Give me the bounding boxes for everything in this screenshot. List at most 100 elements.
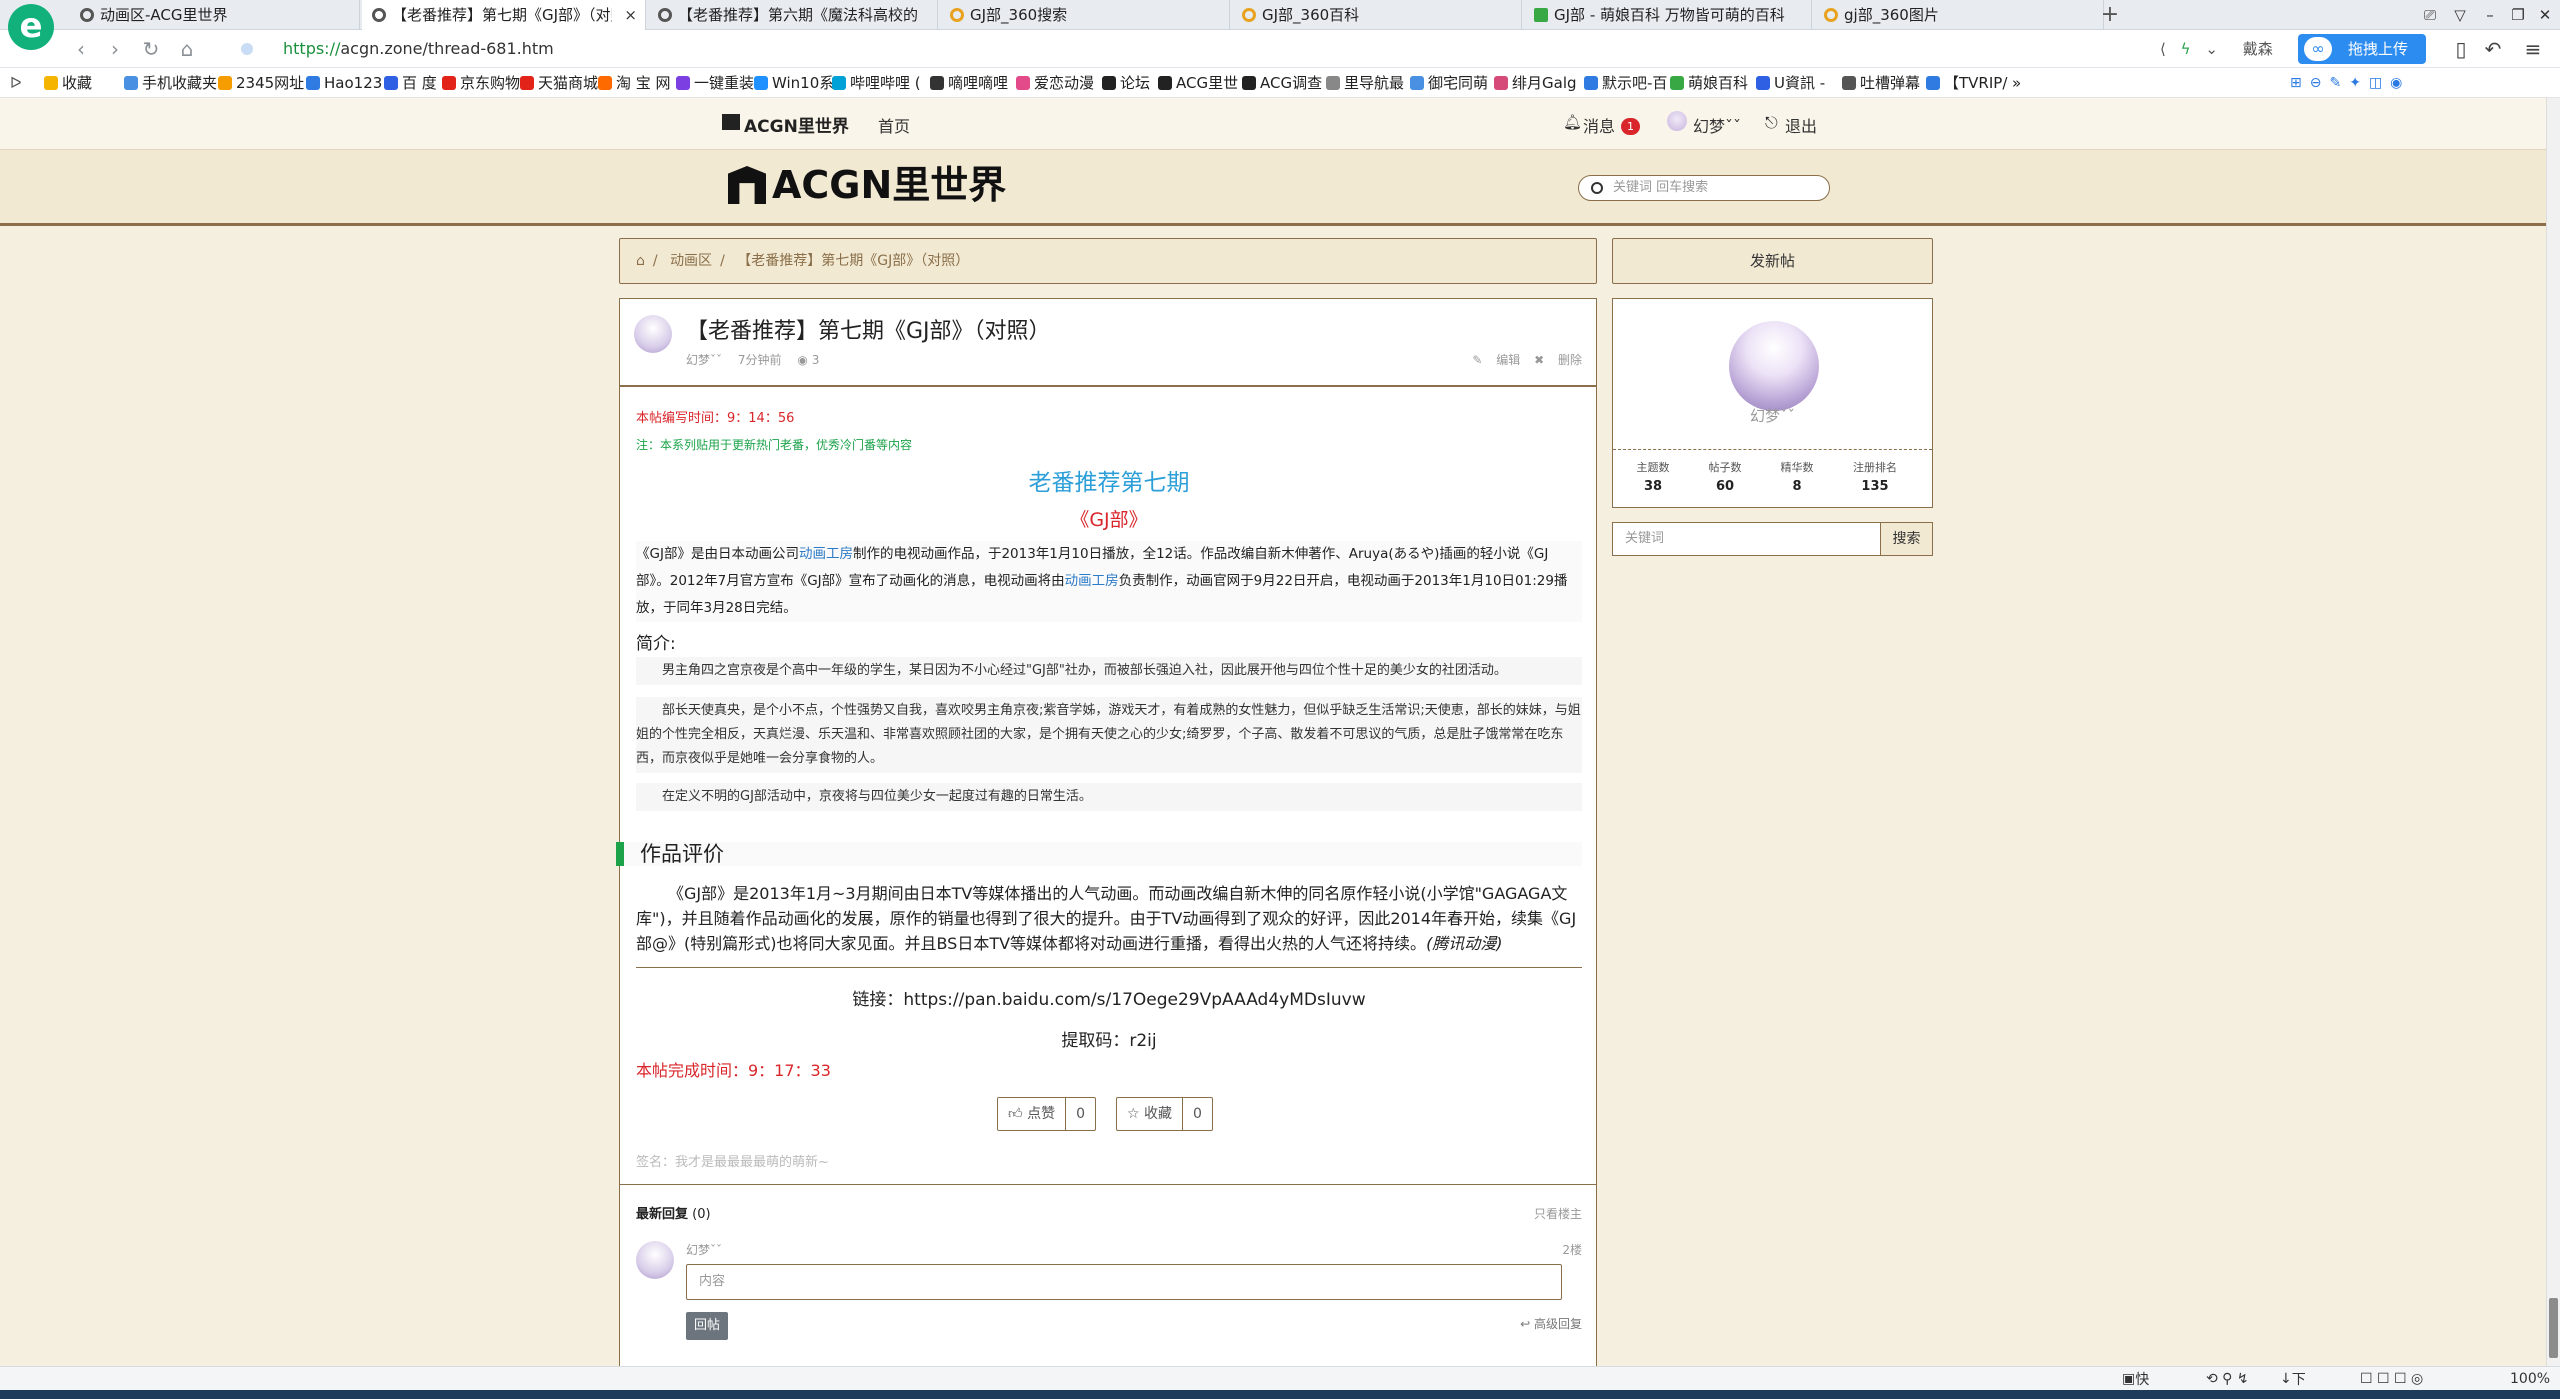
home-icon[interactable]: ⌂ [636, 253, 645, 269]
studio-link[interactable]: 动画工房 [799, 546, 853, 562]
header-search-input[interactable]: 关键词 回车搜索 [1578, 175, 1830, 201]
back-icon[interactable]: ‹ [68, 36, 94, 62]
close-icon[interactable]: × [624, 0, 637, 30]
bookmark-item[interactable]: 哔哩哔哩 ( [832, 68, 921, 98]
download-link-line[interactable]: 链接：https://pan.baidu.com/s/17Oege29VpAAA… [636, 985, 1582, 1010]
site-brand-link[interactable]: ACGN里世界 [722, 112, 849, 137]
menu-icon[interactable]: ≡ [2520, 36, 2546, 62]
bookmark-item[interactable]: 萌娘百科 [1670, 68, 1748, 98]
bookmark-label: ACG里世 [1176, 74, 1239, 92]
delete-button[interactable]: ✖ 删除 [1534, 353, 1582, 367]
page-scrollbar[interactable] [2546, 98, 2560, 1366]
dropdown-icon[interactable]: ⌄ [2205, 40, 2218, 58]
search-engine-label[interactable]: 戴森 [2243, 40, 2273, 58]
clipboard-button[interactable]: ▣ 快剪辑 [2122, 1368, 2149, 1399]
status-icons[interactable]: ☐ ☐ ☐ ◎ [2360, 1368, 2423, 1390]
bookmarks-more-button[interactable]: » [2012, 68, 2021, 98]
tab-title: 动画区-ACG里世界 [100, 6, 228, 24]
bookmark-toggle-icon[interactable]: ᐅ [10, 68, 22, 98]
bookmark-item[interactable]: 淘 宝 网 [598, 68, 671, 98]
bookmark-item[interactable]: 百 度 [384, 68, 437, 98]
zoom-level[interactable]: 100% [2510, 1368, 2550, 1390]
bookmark-item[interactable]: 御宅同萌 [1410, 68, 1488, 98]
tab-current-thread[interactable]: 【老番推荐】第七期《GJ部》（对照） × [362, 0, 646, 30]
reply-submit-button[interactable]: 回帖 [686, 1312, 728, 1340]
new-tab-button[interactable]: + [2095, 0, 2125, 30]
post-author[interactable]: 幻梦ˇˇ [686, 353, 722, 367]
skin-icon[interactable]: ▽ [2445, 0, 2475, 30]
bookmark-item[interactable]: 一键重装 [676, 68, 754, 98]
studio-link[interactable]: 动画工房 [1065, 573, 1119, 589]
nav-user-link[interactable]: 幻梦ˇˇ [1667, 111, 1741, 137]
bookmark-item[interactable]: 2345网址 [218, 68, 304, 98]
bookmark-item[interactable]: 吐槽弹幕 [1842, 68, 1920, 98]
bookmark-favicon-icon [44, 76, 58, 90]
scrollbar-thumb[interactable] [2549, 1298, 2558, 1358]
reload-icon[interactable]: ↻ [138, 36, 164, 62]
bookmark-item[interactable]: 论坛 [1102, 68, 1150, 98]
bookmark-item[interactable]: 爱恋动漫 [1016, 68, 1094, 98]
bookmark-item[interactable]: 默示吧-百 [1584, 68, 1667, 98]
tab-360-baike[interactable]: GJ部_360百科 [1232, 0, 1522, 30]
logout-link[interactable]: ⎋ 退出 [1765, 113, 1817, 137]
share-icon[interactable]: ⟨ [2160, 40, 2166, 58]
sidebar-search-input[interactable]: 关键词 [1613, 523, 1881, 555]
ext-icon[interactable]: ◫ [2369, 75, 2390, 91]
bookmark-item[interactable]: 嘀哩嘀哩 [930, 68, 1008, 98]
download-button[interactable]: ↓ 下载 [2280, 1368, 2306, 1399]
nav-home-link[interactable]: 首页 [878, 113, 910, 137]
close-window-icon[interactable]: ✕ [2530, 0, 2560, 30]
bookmark-item[interactable]: 京东购物 [442, 68, 520, 98]
ext-icon[interactable]: ◉ [2390, 75, 2410, 91]
advanced-reply-link[interactable]: ↩ 高级回复 [1520, 1315, 1582, 1332]
bookmark-item[interactable]: Win10系 [754, 68, 834, 98]
breadcrumb-section-link[interactable]: 动画区 [670, 253, 712, 269]
edit-button[interactable]: ✎ 编辑 [1472, 353, 1520, 367]
pin-icon[interactable]: ⎚ [2415, 0, 2445, 30]
new-thread-button[interactable]: 发新帖 [1612, 238, 1933, 284]
reading-mode-icon[interactable]: ▯ [2448, 36, 2474, 62]
card-username[interactable]: 幻梦ˇˇ [1613, 405, 1932, 426]
only-op-link[interactable]: 只看楼主 [1534, 1205, 1582, 1222]
ext-icon[interactable]: ⊖ [2310, 75, 2330, 91]
ext-icon[interactable]: ✎ [2329, 75, 2349, 91]
translate-icon[interactable]: ⊞ [2290, 75, 2310, 91]
bookmark-item[interactable]: 天猫商城 [520, 68, 598, 98]
ext-icon[interactable]: ✦ [2349, 75, 2369, 91]
favorite-button[interactable]: ☆ 收藏 0 [1116, 1097, 1213, 1131]
post-header: 【老番推荐】第七期《GJ部》（对照） 幻梦ˇˇ 7分钟前 ◉ 3 ✎ 编辑 ✖ 删… [620, 299, 1596, 387]
home-icon[interactable]: ⌂ [174, 36, 200, 62]
like-button[interactable]: 👍︎ 点赞 0 [997, 1097, 1097, 1131]
tab-thread-6[interactable]: 【老番推荐】第六期《魔法科高校的 [648, 0, 938, 30]
bookmark-item[interactable]: 里导航最 [1326, 68, 1404, 98]
bookmark-item[interactable]: 【TVRIP/ [1926, 68, 2007, 98]
url-input[interactable]: https://acgn.zone/thread-681.htm [235, 35, 2135, 63]
undo-icon[interactable]: ↶ [2480, 36, 2506, 62]
bookmark-item[interactable]: 手机收藏夹 [124, 68, 217, 98]
avatar[interactable] [634, 315, 672, 353]
bookmark-label: 爱恋动漫 [1034, 74, 1095, 92]
tab-360-search[interactable]: GJ部_360搜索 [940, 0, 1230, 30]
bookmark-item[interactable]: ACG里世 [1158, 68, 1238, 98]
sidebar-search-button[interactable]: 搜索 [1880, 523, 1932, 555]
status-tools-icon[interactable]: ⟲ ⚲ ↯ [2206, 1368, 2249, 1390]
forward-icon[interactable]: › [102, 36, 128, 62]
restore-icon[interactable]: ❐ [2503, 0, 2533, 30]
bookmark-item[interactable]: Hao123 [306, 68, 382, 98]
avatar[interactable] [1729, 321, 1819, 411]
bookmark-item[interactable]: 收藏 [44, 68, 92, 98]
bookmark-item[interactable]: U資訊 - [1756, 68, 1825, 98]
minimize-icon[interactable]: – [2475, 0, 2505, 30]
tab-anime-section[interactable]: 动画区-ACG里世界 [70, 0, 360, 30]
nav-messages-link[interactable]: 🔔︎ 消息 1 [1563, 113, 1641, 137]
bookmark-item[interactable]: ACG调查 [1242, 68, 1322, 98]
tab-360-images[interactable]: gj部_360图片 [1814, 0, 2104, 30]
bookmark-item[interactable]: 绯月Galg [1494, 68, 1577, 98]
upload-button[interactable]: ∞ 拖拽上传 [2298, 34, 2426, 64]
tab-moegirl[interactable]: GJ部 - 萌娘百科 万物皆可萌的百科 [1524, 0, 1812, 30]
site-logo[interactable]: ACGN里世界 [728, 160, 1006, 210]
browser-logo-icon[interactable]: e [8, 4, 54, 50]
flash-icon[interactable]: ϟ [2181, 40, 2191, 58]
reply-input[interactable]: 内容 [686, 1264, 1562, 1300]
bookmark-label: 淘 宝 网 [616, 74, 671, 92]
